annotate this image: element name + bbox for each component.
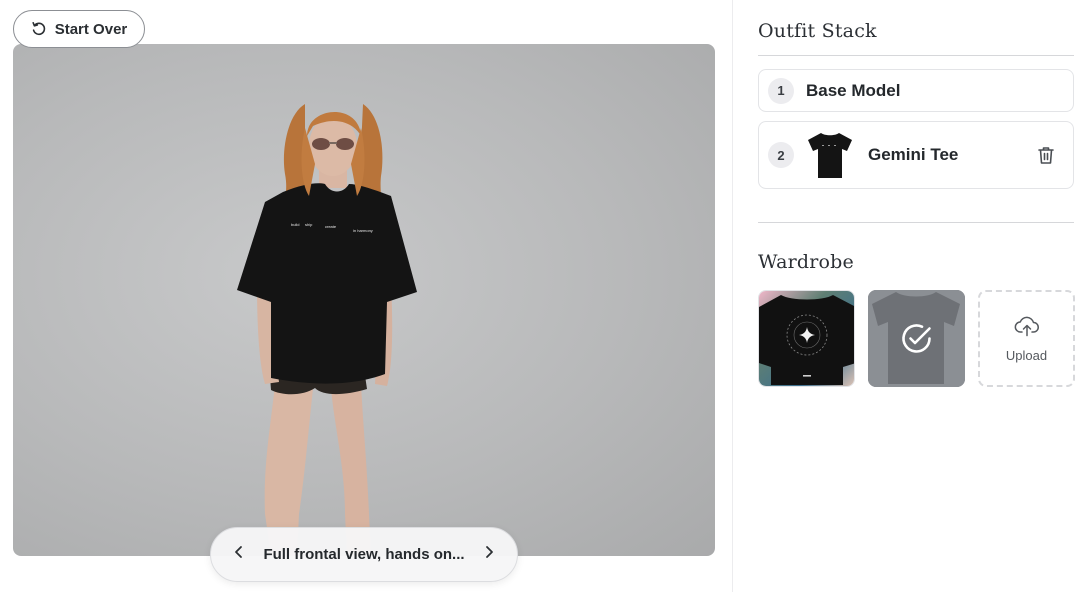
- stack-index-badge: 2: [768, 142, 794, 168]
- start-over-button[interactable]: Start Over: [13, 10, 145, 48]
- sweatshirt-image: [759, 291, 854, 386]
- stack-item-label: Gemini Tee: [868, 145, 959, 164]
- stack-item-label: Base Model: [806, 80, 901, 100]
- svg-text:in harmony: in harmony: [353, 228, 373, 233]
- stack-item-gemini-tee[interactable]: 2 Gemini Tee: [758, 121, 1074, 189]
- svg-text:ship: ship: [305, 222, 313, 227]
- wardrobe-item-gemini-sweatshirt[interactable]: [758, 290, 855, 387]
- sidebar: Outfit Stack 1 Base Model 2 Gemini Tee W…: [732, 0, 1080, 592]
- model-figure: build ship create in harmony: [237, 104, 417, 556]
- pose-selector: Full frontal view, hands on...: [210, 527, 518, 582]
- wardrobe-item-grey-tee[interactable]: [868, 290, 965, 387]
- upload-label: Upload: [1005, 347, 1048, 363]
- chevron-right-icon: [483, 545, 495, 564]
- app-root: build ship create in harmony Start Over …: [0, 0, 1080, 592]
- outfit-stack-title: Outfit Stack: [758, 20, 877, 42]
- divider: [758, 55, 1074, 56]
- canvas-area: build ship create in harmony Start Over …: [0, 0, 732, 592]
- stack-item-base-model[interactable]: 1 Base Model: [758, 69, 1074, 112]
- wardrobe-title: Wardrobe: [758, 251, 854, 273]
- previous-pose-button[interactable]: [227, 543, 251, 567]
- upload-button[interactable]: Upload: [978, 290, 1075, 387]
- divider: [758, 222, 1074, 223]
- check-circle-icon: [900, 322, 933, 360]
- stack-index-badge: 1: [768, 77, 794, 104]
- svg-text:build: build: [291, 222, 299, 227]
- model-photo: build ship create in harmony: [13, 44, 715, 556]
- start-over-label: Start Over: [54, 20, 128, 38]
- chevron-left-icon: [233, 545, 245, 564]
- cloud-upload-icon: [1014, 315, 1040, 342]
- svg-text:create: create: [325, 224, 337, 229]
- trash-icon[interactable]: [1035, 144, 1057, 166]
- tee-thumbnail: [806, 130, 854, 180]
- rotate-ccw-icon: [31, 21, 47, 37]
- pose-label: Full frontal view, hands on...: [263, 546, 465, 563]
- next-pose-button[interactable]: [477, 543, 501, 567]
